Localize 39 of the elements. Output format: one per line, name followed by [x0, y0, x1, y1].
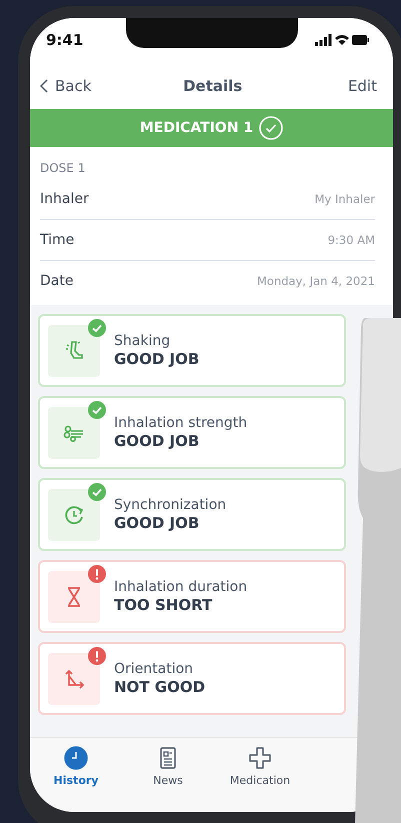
cross-icon: [248, 746, 272, 770]
result-card[interactable]: Inhalation duration TOO SHORT: [38, 560, 346, 633]
result-card[interactable]: Shaking GOOD JOB: [38, 314, 346, 387]
check-title: Orientation: [114, 661, 194, 677]
screen-title: Details: [183, 76, 242, 94]
field-value: Monday, Jan 4, 2021: [257, 274, 375, 288]
check-title: Inhalation duration: [114, 579, 248, 595]
check-result: GOOD JOB: [114, 514, 200, 532]
dose-heading: DOSE 1: [40, 161, 86, 175]
check-result: GOOD JOB: [114, 350, 200, 368]
tab[interactable]: History: [30, 744, 122, 789]
check-badge-icon: [88, 318, 106, 336]
field-value: My Inhaler: [314, 192, 375, 206]
status-icons: [315, 34, 369, 46]
field-label: Time: [40, 232, 74, 248]
result-card[interactable]: Inhalation strength GOOD JOB: [38, 396, 346, 469]
check-badge-icon: [88, 482, 106, 500]
check-title: Shaking: [114, 333, 172, 349]
check-title: Inhalation strength: [114, 415, 248, 431]
check-result: TOO SHORT: [114, 596, 214, 614]
chevron-left-icon: [40, 78, 48, 92]
field-value: 9:30 AM: [328, 233, 375, 247]
medication-title: MEDICATION 1: [140, 120, 254, 136]
back-button[interactable]: Back: [38, 74, 94, 96]
field-label: Date: [40, 273, 74, 289]
tab[interactable]: News: [122, 744, 214, 789]
edit-button[interactable]: Edit: [346, 74, 379, 96]
field-label: Inhaler: [40, 191, 89, 207]
result-card[interactable]: Orientation NOT GOOD: [38, 642, 346, 715]
clock-icon: [64, 746, 88, 770]
check-result: NOT GOOD: [114, 678, 206, 696]
check-title: Synchronization: [114, 497, 226, 513]
tab[interactable]: Medication: [214, 744, 306, 789]
check-result: GOOD JOB: [114, 432, 200, 450]
check-badge-icon: [88, 400, 106, 418]
status-time: 9:41: [46, 31, 84, 49]
alert-badge-icon: [88, 564, 106, 582]
alert-badge-icon: [88, 646, 106, 664]
result-card[interactable]: Synchronization GOOD JOB: [38, 478, 346, 551]
